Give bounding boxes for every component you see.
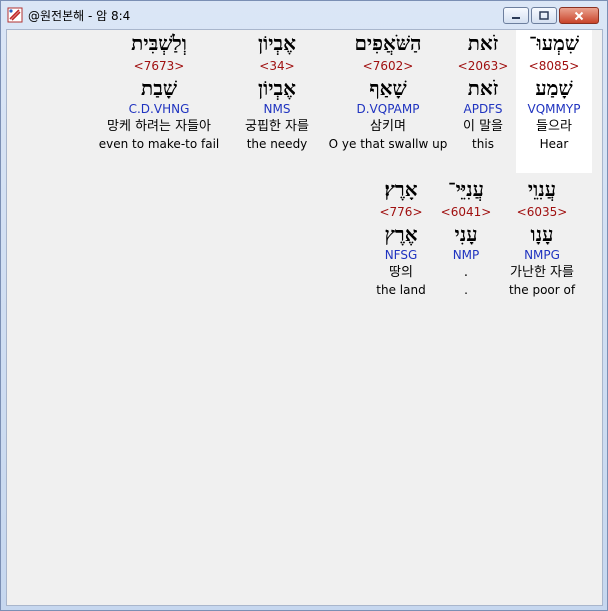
hebrew-word: הַשֹּׁאֲפִים	[354, 31, 422, 55]
close-icon	[574, 11, 584, 20]
english-gloss: O ye that swallw up	[328, 137, 448, 151]
strong-number[interactable]: <8085>	[529, 57, 580, 76]
strong-number[interactable]: <6041>	[441, 203, 492, 222]
maximize-icon	[539, 11, 549, 20]
hebrew-lemma: אֶבְיוֹן	[258, 76, 296, 100]
hebrew-word: אָרֶץ׃	[384, 177, 418, 201]
english-gloss: this	[472, 137, 494, 151]
hebrew-word: עֲנִוֵי	[527, 177, 557, 201]
word-column[interactable]: הַשֹּׁאֲפִים <7602> שָׁאַף D.VQPAMP 삼키며 …	[327, 30, 449, 152]
morphology-code: D.VQPAMP	[356, 102, 420, 116]
strong-number[interactable]: <2063>	[458, 57, 509, 76]
window-title: @원전본해 - 암 8:4	[28, 8, 131, 23]
hebrew-lemma: שָׁמַע	[535, 76, 573, 100]
hebrew-word: אֶבְיוֹן	[258, 31, 296, 55]
korean-gloss: .	[463, 265, 469, 280]
strong-number[interactable]: <7602>	[363, 57, 414, 76]
word-column[interactable]: אֶבְיוֹן <34> אֶבְיוֹן NMS 궁핍한 자를 the ne…	[233, 30, 321, 152]
korean-gloss: 삼키며	[370, 119, 406, 134]
app-window: @원전본해 - 암 8:4 שִׁמְעוּ־ <8085> שָׁמַע VQ…	[0, 0, 608, 611]
hebrew-lemma: שָׁאַף	[369, 76, 407, 100]
morphology-code: NMP	[452, 248, 480, 262]
word-column[interactable]: שִׁמְעוּ־ <8085> שָׁמַע VQMMYP 들으라 Hear	[516, 30, 592, 173]
word-column[interactable]: וְלַשְׁבִּית <7673> שָׁבַת C.D.VHNG 망케 하…	[91, 30, 227, 152]
minimize-icon	[512, 16, 520, 19]
korean-gloss: 궁핍한 자를	[245, 119, 309, 134]
close-button[interactable]	[559, 7, 599, 24]
morphology-code: APDFS	[463, 102, 503, 116]
word-column[interactable]: עֲנִוֵי <6035> עָנָו NMPG 가난한 자를 the poo…	[499, 176, 585, 298]
strong-number[interactable]: <34>	[259, 57, 294, 76]
hebrew-lemma: אֶרֶץ	[384, 222, 418, 246]
hebrew-lemma: זֹאת	[467, 76, 499, 100]
word-column[interactable]: עֲנִיֵּי־ <6041> עָנִי NMP . .	[439, 176, 493, 298]
app-logo-icon	[7, 7, 23, 23]
strong-number[interactable]: <6035>	[517, 203, 568, 222]
korean-gloss: 들으라	[536, 119, 572, 134]
hebrew-word: וְלַשְׁבִּית	[131, 31, 187, 55]
morphology-code: VQMMYP	[527, 102, 581, 116]
english-gloss: the land	[376, 283, 426, 297]
korean-gloss: 망케 하려는 자들아	[107, 119, 211, 134]
english-gloss: Hear	[539, 137, 569, 151]
hebrew-lemma: עָנִי	[454, 222, 478, 246]
hebrew-lemma: שָׁבַת	[141, 76, 177, 100]
word-column[interactable]: זֹאת <2063> זֹאת APDFS 이 말을 this	[453, 30, 513, 152]
korean-gloss: 이 말을	[462, 119, 503, 134]
hebrew-word: זֹאת	[467, 31, 499, 55]
morphology-code: C.D.VHNG	[128, 102, 190, 116]
korean-gloss: 땅의	[389, 265, 413, 280]
title-bar[interactable]: @원전본해 - 암 8:4	[1, 1, 607, 29]
english-gloss: the needy	[246, 137, 308, 151]
english-gloss: the poor of	[508, 283, 576, 297]
hebrew-lemma: עָנָו	[530, 222, 554, 246]
word-column[interactable]: אָרֶץ׃ <776> אֶרֶץ NFSG 땅의 the land	[369, 176, 433, 298]
morphology-code: NFSG	[384, 248, 418, 262]
minimize-button[interactable]	[503, 7, 529, 24]
english-gloss: even to make-to fail	[98, 137, 220, 151]
english-gloss: .	[464, 283, 468, 297]
korean-gloss: 가난한 자를	[510, 265, 574, 280]
strong-number[interactable]: <7673>	[134, 57, 185, 76]
morphology-code: NMPG	[524, 248, 560, 262]
morphology-code: NMS	[263, 102, 291, 116]
maximize-button[interactable]	[531, 7, 557, 24]
interlinear-pane[interactable]: שִׁמְעוּ־ <8085> שָׁמַע VQMMYP 들으라 Hear …	[6, 29, 603, 606]
hebrew-word: שִׁמְעוּ־	[528, 31, 580, 55]
window-controls	[503, 7, 599, 24]
strong-number[interactable]: <776>	[379, 203, 422, 222]
hebrew-word: עֲנִיֵּי־	[448, 177, 484, 201]
